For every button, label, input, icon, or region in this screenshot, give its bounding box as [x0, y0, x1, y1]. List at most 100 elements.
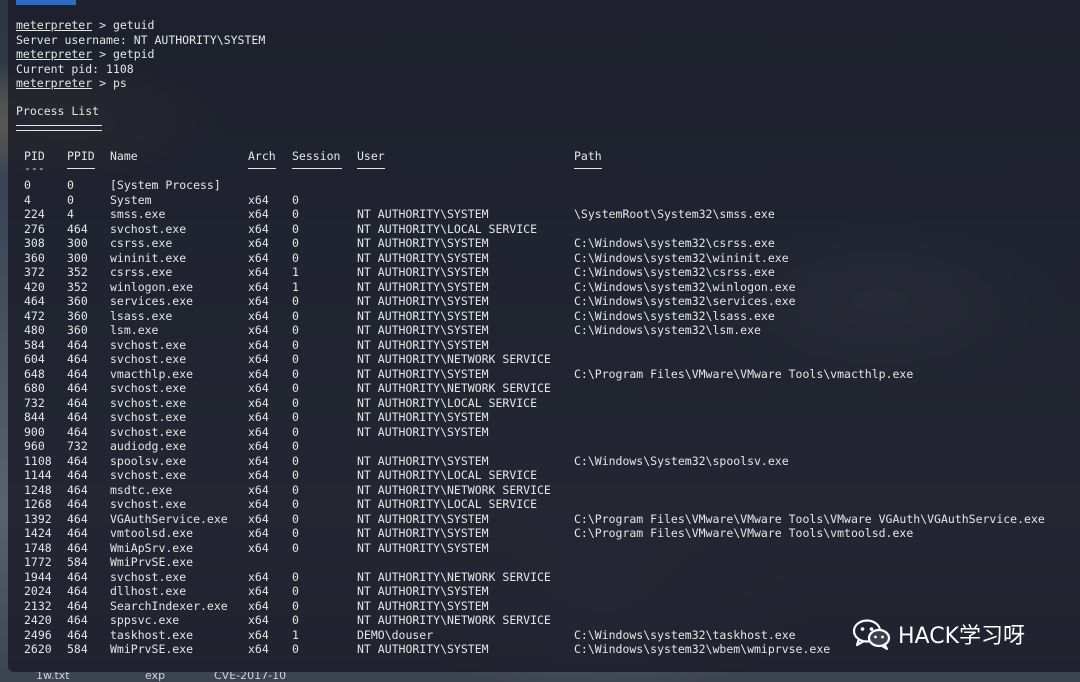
- cell-ppid: 360: [67, 308, 88, 323]
- cell-pid: 2132: [24, 598, 52, 613]
- cell-ppid: 732: [67, 439, 88, 453]
- column-header-user: User: [357, 149, 385, 163]
- cell-name: WmiPrvSE.exe: [110, 555, 194, 569]
- cell-arch: x64: [248, 308, 269, 323]
- cell-name: csrss.exe: [110, 236, 173, 250]
- desktop-file[interactable]: 1w.txt: [36, 672, 70, 682]
- cell-user: NT AUTHORITY\SYSTEM: [357, 453, 489, 468]
- cell-user: NT AUTHORITY\NETWORK SERVICE: [357, 569, 551, 584]
- cell-name: audiodg.exe: [110, 439, 187, 453]
- cell-user: DEMO\douser: [357, 627, 434, 642]
- cell-name: svchost.exe: [110, 410, 187, 424]
- meterpreter-prompt: meterpreter: [16, 18, 93, 32]
- cell-session: 0: [292, 540, 299, 555]
- cell-user: NT AUTHORITY\LOCAL SERVICE: [357, 221, 538, 236]
- watermark: HACK学习呀: [852, 618, 1025, 650]
- cell-user: NT AUTHORITY\SYSTEM: [357, 279, 489, 294]
- cell-ppid: 464: [67, 221, 88, 236]
- cell-session: 0: [292, 323, 299, 337]
- cell-pid: 276: [24, 221, 45, 236]
- terminal-window[interactable]: meterpreter > getuid Server username: NT …: [8, 0, 1080, 672]
- session-text: > ps: [92, 76, 127, 90]
- cell-name: WmiPrvSE.exe: [110, 642, 194, 656]
- cell-pid: 308: [24, 236, 45, 250]
- cell-pid: 1108: [24, 453, 52, 468]
- session-text: > getpid: [92, 47, 155, 61]
- cell-user: NT AUTHORITY\SYSTEM: [357, 540, 489, 555]
- cell-session: 1: [292, 279, 299, 294]
- cell-user: NT AUTHORITY\SYSTEM: [357, 337, 489, 352]
- cell-user: NT AUTHORITY\SYSTEM: [357, 366, 489, 381]
- cell-arch: x64: [248, 323, 269, 337]
- cell-pid: 2620: [24, 642, 52, 656]
- cell-ppid: 464: [67, 352, 88, 366]
- desktop-file[interactable]: CVE-2017-10: [214, 672, 286, 682]
- cell-pid: 604: [24, 352, 45, 366]
- session-line: Current pid: 1108: [16, 62, 134, 77]
- session-text: > getuid: [92, 18, 155, 32]
- cell-user: NT AUTHORITY\SYSTEM: [357, 308, 489, 323]
- cell-name: wininit.exe: [110, 250, 187, 265]
- cell-arch: x64: [248, 468, 269, 482]
- column-header-arch: Arch: [248, 149, 276, 163]
- cell-ppid: 464: [67, 395, 88, 410]
- cell-path: C:\Windows\system32\csrss.exe: [574, 265, 775, 279]
- column-header-ppid: PPID: [67, 149, 95, 163]
- cell-pid: 480: [24, 323, 45, 337]
- cell-pid: 732: [24, 395, 45, 410]
- cell-pid: 1772: [24, 555, 52, 569]
- cell-ppid: 464: [67, 410, 88, 424]
- cell-user: NT AUTHORITY\SYSTEM: [357, 526, 489, 540]
- cell-arch: x64: [248, 511, 269, 526]
- cell-name: svchost.exe: [110, 497, 187, 511]
- cell-path: C:\Windows\System32\spoolsv.exe: [574, 453, 789, 468]
- column-underline: ---: [24, 161, 45, 175]
- cell-ppid: 464: [67, 613, 88, 627]
- cell-session: 1: [292, 627, 299, 642]
- cell-pid: 0: [24, 178, 31, 192]
- cell-ppid: 464: [67, 424, 88, 439]
- cell-ppid: 464: [67, 366, 88, 381]
- column-underline: [357, 168, 385, 169]
- session-line: Server username: NT AUTHORITY\SYSTEM: [16, 33, 265, 48]
- cell-name: lsm.exe: [110, 323, 159, 337]
- cell-ppid: 464: [67, 337, 88, 352]
- cell-user: NT AUTHORITY\SYSTEM: [357, 598, 489, 613]
- column-underline: [67, 168, 95, 169]
- cell-name: [System Process]: [110, 178, 221, 192]
- cell-ppid: 0: [67, 192, 74, 207]
- cell-session: 0: [292, 424, 299, 439]
- cell-user: NT AUTHORITY\SYSTEM: [357, 642, 489, 656]
- cell-name: taskhost.exe: [110, 627, 194, 642]
- cell-arch: x64: [248, 453, 269, 468]
- cell-pid: 224: [24, 207, 45, 221]
- cell-ppid: 464: [67, 381, 88, 395]
- cell-path: C:\Program Files\VMware\VMware Tools\VMw…: [574, 511, 1045, 526]
- cell-name: svchost.exe: [110, 395, 187, 410]
- cell-name: WmiApSrv.exe: [110, 540, 194, 555]
- cell-arch: x64: [248, 352, 269, 366]
- cell-session: 0: [292, 308, 299, 323]
- cell-ppid: 360: [67, 323, 88, 337]
- cell-arch: x64: [248, 265, 269, 279]
- cell-session: 0: [292, 598, 299, 613]
- cell-user: NT AUTHORITY\NETWORK SERVICE: [357, 352, 551, 366]
- cell-name: services.exe: [110, 294, 194, 308]
- terminal-tab-indicator[interactable]: [16, 0, 76, 5]
- desktop-file-strip: 1w.txt exp CVE-2017-10: [0, 672, 1080, 682]
- cell-session: 0: [292, 482, 299, 497]
- cell-session: 0: [292, 613, 299, 627]
- cell-arch: x64: [248, 424, 269, 439]
- cell-name: csrss.exe: [110, 265, 173, 279]
- cell-ppid: 464: [67, 453, 88, 468]
- meterpreter-prompt: meterpreter: [16, 76, 93, 90]
- cell-user: NT AUTHORITY\SYSTEM: [357, 511, 489, 526]
- cell-user: NT AUTHORITY\SYSTEM: [357, 265, 489, 279]
- cell-pid: 472: [24, 308, 45, 323]
- cell-session: 0: [292, 468, 299, 482]
- cell-user: NT AUTHORITY\SYSTEM: [357, 294, 489, 308]
- desktop-file[interactable]: exp: [145, 672, 165, 682]
- cell-user: NT AUTHORITY\NETWORK SERVICE: [357, 482, 551, 497]
- cell-pid: 372: [24, 265, 45, 279]
- cell-path: C:\Program Files\VMware\VMware Tools\vmt…: [574, 526, 914, 540]
